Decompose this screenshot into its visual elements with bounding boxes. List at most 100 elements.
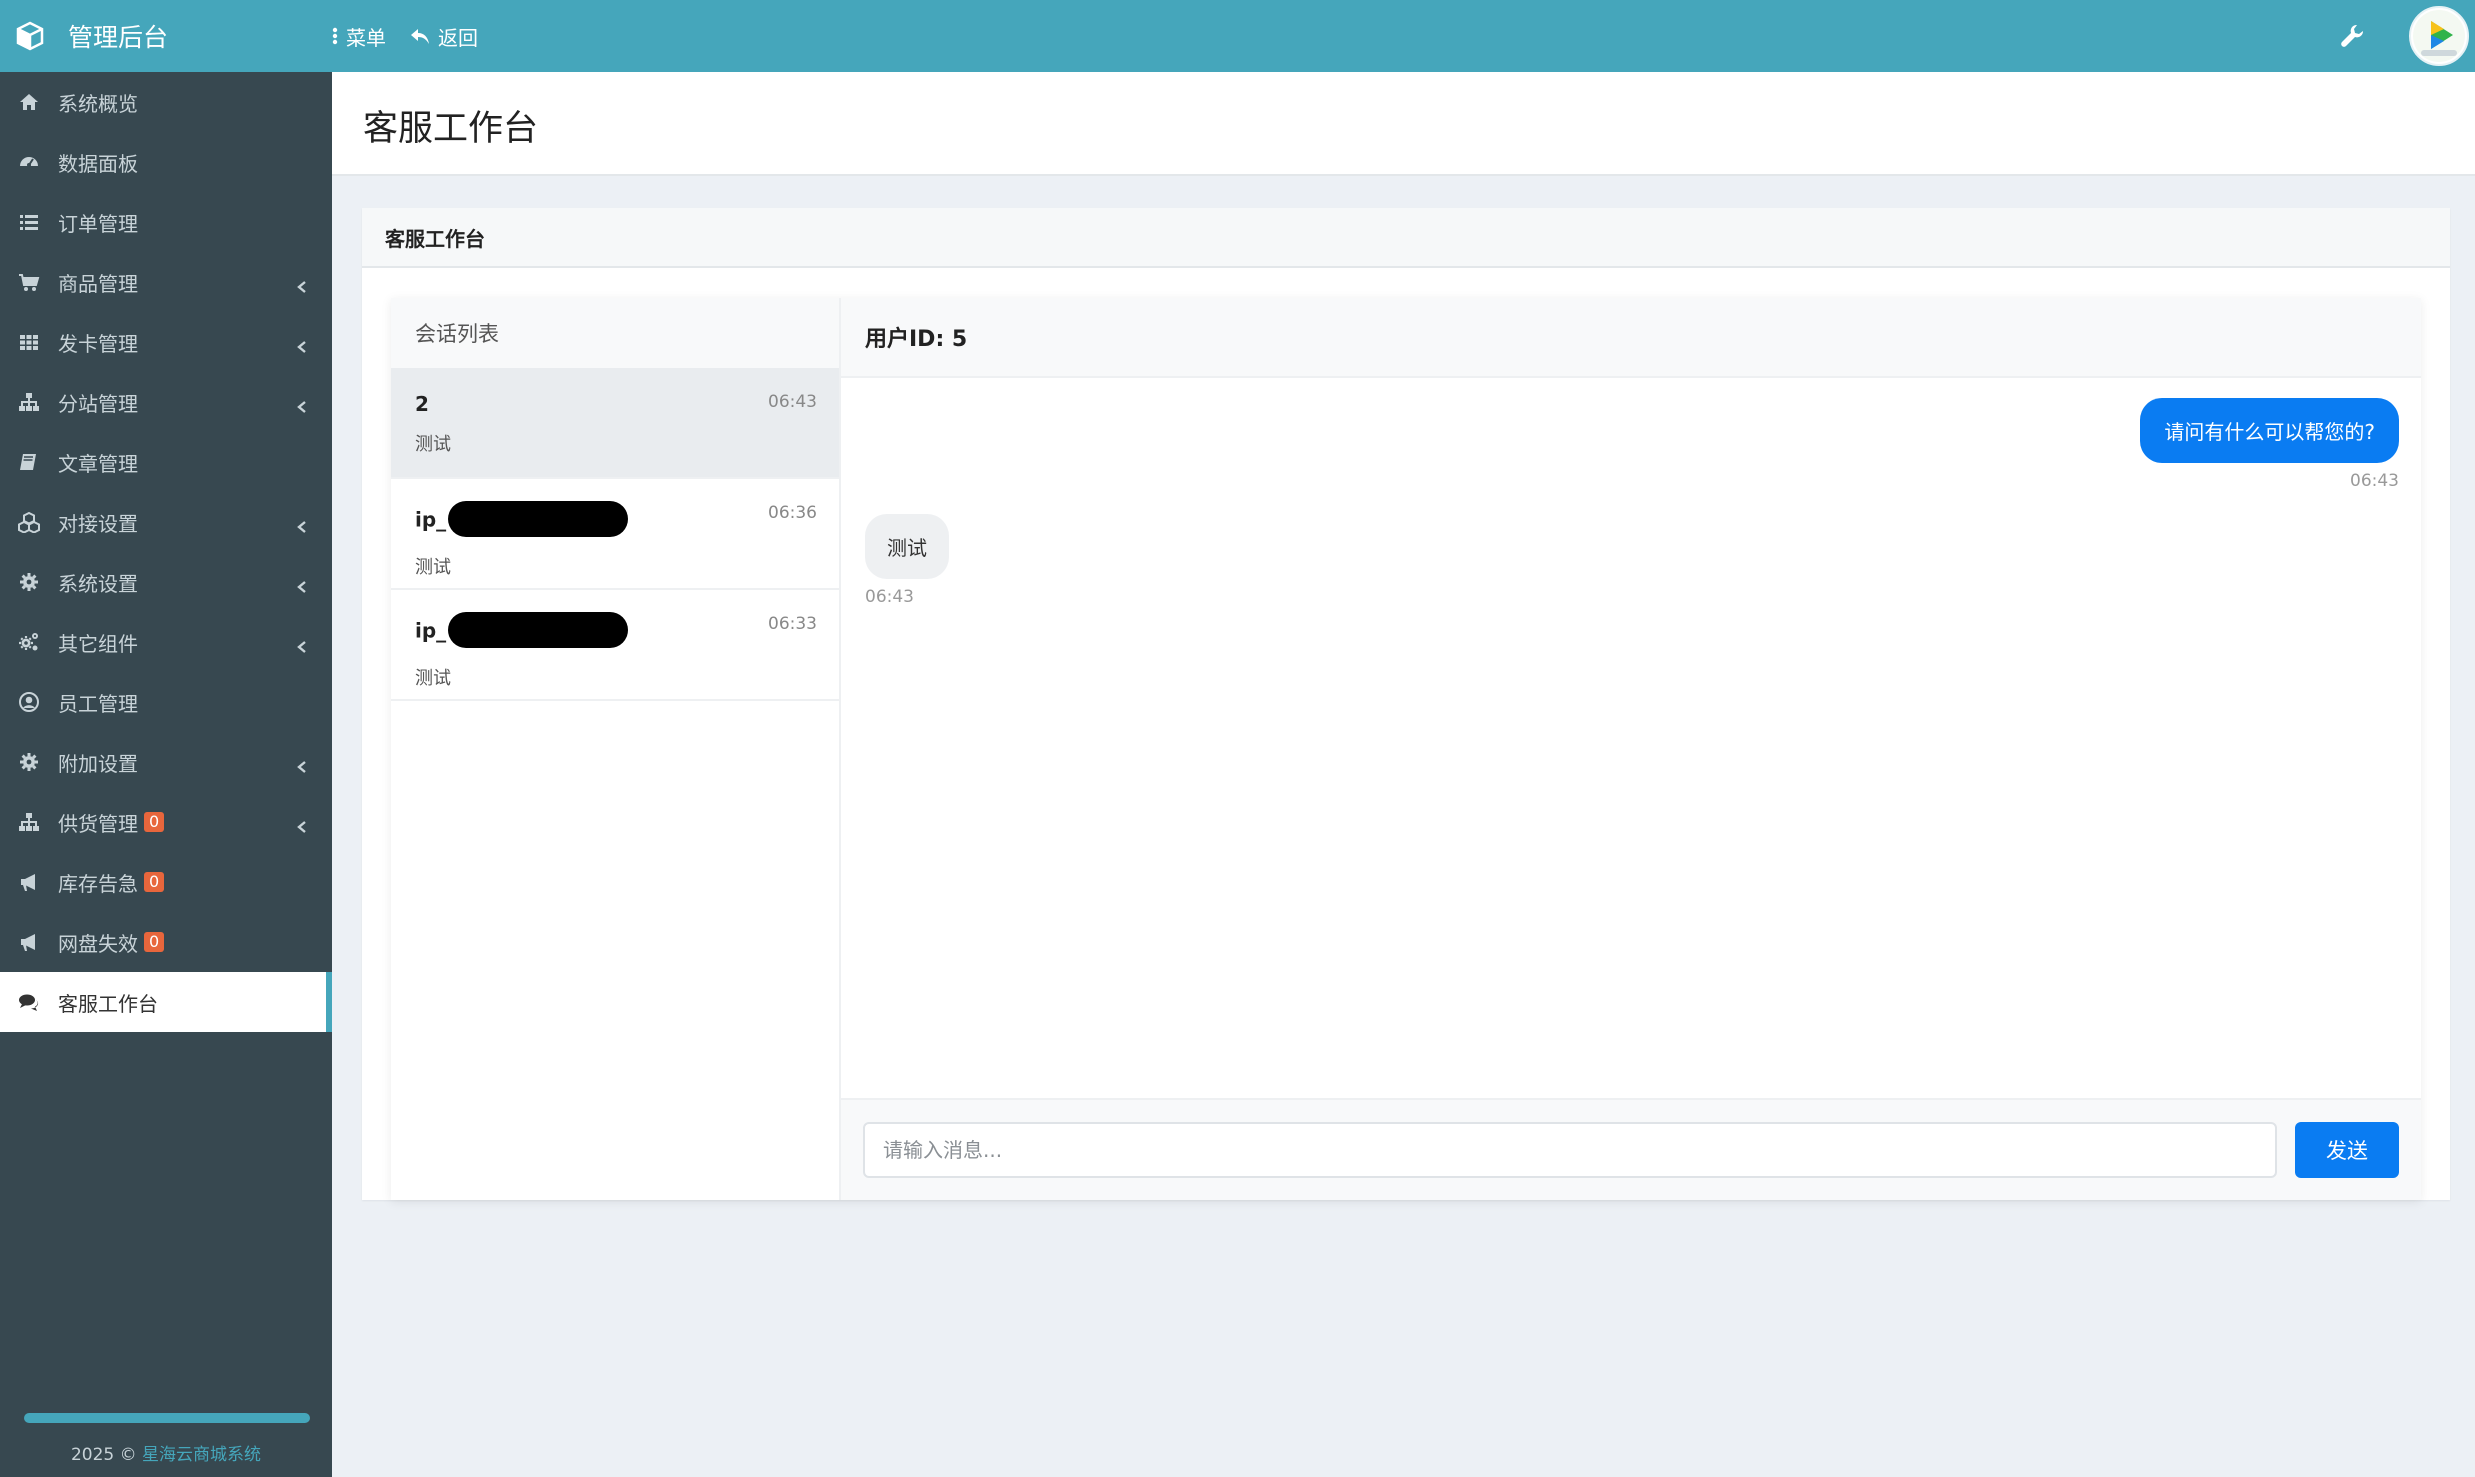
chevron-left-icon [296,755,308,773]
sidebar: 系统概览数据面板订单管理商品管理发卡管理分站管理文章管理对接设置系统设置其它组件… [0,72,332,1477]
book-icon [18,451,40,473]
sidebar-item-label: 其它组件 [58,631,138,656]
sidebar-item-15[interactable]: 客服工作台 [0,972,332,1032]
sidebar-item-9[interactable]: 其它组件 [0,612,332,672]
chevron-left-icon [296,275,308,293]
chevron-left-icon [296,635,308,653]
sidebar-item-label: 附加设置 [58,751,138,776]
cube-icon [16,21,44,51]
message-input[interactable] [863,1122,2277,1178]
sidebar-item-10[interactable]: 员工管理 [0,672,332,732]
conversation-time: 06:36 [768,503,817,523]
menu-label: 菜单 [346,25,386,50]
sidebar-item-label: 对接设置 [58,511,138,536]
redaction-mark [448,612,629,648]
menu-toggle-button[interactable]: 菜单 [332,22,386,51]
sitemap-icon [18,811,40,833]
conversation-name-text: ip_ [415,618,447,643]
dashboard-icon [18,151,40,173]
conversation-time: 06:43 [768,392,817,412]
sidebar-item-8[interactable]: 系统设置 [0,552,332,612]
chat-user-header: 用户ID: 5 [841,298,2421,378]
conversation-name: ip_ [415,501,817,539]
incoming-bubble: 测试 [865,514,949,579]
conversation-list-heading: 会话列表 [391,298,839,368]
bullhorn-icon [18,871,40,893]
list-icon [18,211,40,233]
count-badge: 0 [144,932,165,952]
conversation-name: ip_ [415,612,817,650]
outgoing-message-time: 06:43 [2350,471,2399,491]
sidebar-item-7[interactable]: 对接设置 [0,492,332,552]
sidebar-footer: 2025 © 星海云商城系统 [0,1440,332,1465]
sidebar-item-11[interactable]: 附加设置 [0,732,332,792]
sidebar-item-label: 系统概览 [58,91,138,116]
content-header: 客服工作台 [332,72,2475,176]
home-icon [18,91,40,113]
top-right-tools [2339,0,2475,72]
conversation-item[interactable]: ip_ 06:33 测试 [391,590,839,701]
footer-link[interactable]: 星海云商城系统 [142,1445,261,1465]
page-title: 客服工作台 [363,109,539,149]
sidebar-progress-bar [24,1413,310,1423]
sidebar-item-label: 发卡管理 [58,331,138,356]
reply-icon [411,29,429,44]
conversation-name-text: ip_ [415,507,447,532]
workbench-box: 客服工作台 会话列表 2 06:43 测试 ip_ 06:36 测试 ip_ 06:33 测试 … [362,208,2450,1200]
sidebar-item-label: 分站管理 [58,391,138,416]
sidebar-item-4[interactable]: 发卡管理 [0,312,332,372]
message-composer: 发送 [841,1098,2421,1200]
chevron-left-icon [296,335,308,353]
sidebar-item-label: 库存告急 [58,871,138,896]
conversation-list: 会话列表 2 06:43 测试 ip_ 06:36 测试 ip_ 06:33 测试 [391,298,841,1200]
conversation-items: 2 06:43 测试 ip_ 06:36 测试 ip_ 06:33 测试 [391,368,839,701]
sidebar-item-5[interactable]: 分站管理 [0,372,332,432]
top-nav: 菜单 返回 [332,0,502,72]
sidebar-item-2[interactable]: 订单管理 [0,192,332,252]
sidebar-item-label: 系统设置 [58,571,138,596]
brand[interactable]: 管理后台 [0,0,332,72]
sidebar-item-label: 文章管理 [58,451,138,476]
sidebar-item-label: 客服工作台 [58,991,158,1016]
send-button[interactable]: 发送 [2295,1122,2399,1178]
sidebar-item-0[interactable]: 系统概览 [0,72,332,132]
message-area[interactable]: 请问有什么可以帮您的? 06:43 测试 06:43 [841,378,2421,1098]
sidebar-item-label: 订单管理 [58,211,138,236]
wrench-icon[interactable] [2339,23,2365,49]
incoming-message-time: 06:43 [865,587,914,607]
gear-icon [18,571,40,593]
back-label: 返回 [438,25,478,50]
brand-title: 管理后台 [68,23,169,52]
conversation-last-message: 测试 [415,668,451,689]
avatar[interactable] [2409,6,2469,66]
back-button[interactable]: 返回 [410,22,478,51]
sidebar-item-label: 网盘失效 [58,931,138,956]
sidebar-item-1[interactable]: 数据面板 [0,132,332,192]
conversation-time: 06:33 [768,614,817,634]
sidebar-item-3[interactable]: 商品管理 [0,252,332,312]
sidebar-item-label: 员工管理 [58,691,138,716]
chevron-left-icon [296,515,308,533]
sidebar-item-14[interactable]: 网盘失效 0 [0,912,332,972]
conversation-item[interactable]: ip_ 06:36 测试 [391,479,839,590]
chat-main: 用户ID: 5 请问有什么可以帮您的? 06:43 测试 06:43 发送 [841,298,2421,1200]
sitemap-icon [18,391,40,413]
sidebar-item-6[interactable]: 文章管理 [0,432,332,492]
sidebar-item-12[interactable]: 供货管理 0 [0,792,332,852]
gear-icon [18,751,40,773]
cart-icon [18,271,40,293]
sidebar-item-label: 供货管理 [58,811,138,836]
box-title: 客服工作台 [385,226,485,251]
play-logo-icon [2413,10,2465,62]
conversation-name-text: 2 [415,392,429,416]
top-bar: 管理后台 菜单 返回 [0,0,2475,72]
sidebar-item-13[interactable]: 库存告急 0 [0,852,332,912]
grid-icon [18,331,40,353]
comments-icon [18,991,40,1013]
conversation-item[interactable]: 2 06:43 测试 [391,368,839,479]
chevron-left-icon [296,575,308,593]
gears-icon [18,631,40,653]
count-badge: 0 [144,872,165,892]
vertical-dots-icon [332,27,338,45]
incoming-message: 测试 06:43 [865,514,949,607]
